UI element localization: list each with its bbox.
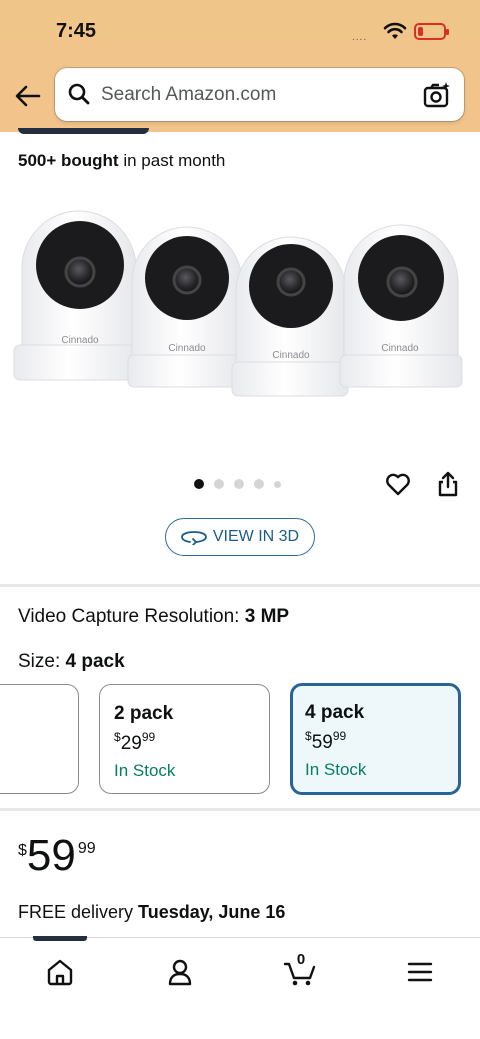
share-icon[interactable] [435, 470, 461, 498]
delivery-prefix: FREE delivery [18, 902, 139, 922]
brand-label: Cinnado [168, 343, 206, 354]
brand-label: Cinnado [381, 343, 419, 354]
size-option-4-pack[interactable]: 4 pack $5999 In Stock [290, 683, 461, 795]
brand-label: Cinnado [272, 350, 310, 361]
price-fraction: 99 [77, 840, 96, 857]
status-time: 7:45 [56, 20, 97, 42]
bought-count: 500+ bought [18, 151, 119, 170]
section-divider [0, 808, 480, 811]
rotate-3d-icon [180, 531, 207, 545]
bought-suffix: in past month [118, 151, 226, 170]
scrolled-badge [18, 128, 149, 134]
option-name: 4 pack [305, 702, 365, 723]
carousel-dot[interactable] [234, 479, 244, 489]
image-carousel-dots[interactable] [194, 478, 281, 490]
back-arrow-icon [15, 85, 41, 107]
camera-4: Cinnado [339, 224, 463, 388]
view-in-3d-button[interactable]: VIEW IN 3D [165, 518, 315, 556]
camera-search-icon[interactable] [422, 80, 452, 110]
option-stock: In Stock [305, 760, 367, 779]
search-icon [68, 83, 90, 105]
person-icon [168, 959, 192, 986]
size-selection: Size: 4 pack [18, 651, 125, 673]
nav-home[interactable] [40, 952, 80, 992]
carousel-dot[interactable] [254, 479, 264, 489]
cellular-signal-icon: .... [352, 32, 368, 43]
carousel-dot[interactable] [194, 479, 204, 489]
option-price: $2999 [114, 730, 156, 754]
heart-icon[interactable] [384, 470, 412, 498]
size-value: 4 pack [65, 651, 125, 672]
battery-icon [414, 23, 449, 40]
delivery-date: Tuesday, June 16 [138, 902, 286, 922]
delivery-info: FREE delivery Tuesday, June 16 [18, 902, 285, 923]
resolution-label: Video Capture Resolution: [18, 606, 245, 627]
search-input[interactable] [101, 80, 401, 110]
view-in-3d-label: VIEW IN 3D [212, 528, 300, 545]
hamburger-menu-icon [407, 962, 433, 982]
app-header: 7:45 .... [0, 0, 480, 132]
size-option-partial[interactable] [0, 684, 79, 794]
wifi-icon [383, 22, 407, 39]
option-name: 2 pack [114, 703, 174, 724]
resolution-value: 3 MP [244, 606, 290, 627]
product-price: $ 59 99 [18, 832, 96, 880]
size-label: Size: [18, 651, 66, 672]
nav-menu[interactable] [400, 952, 440, 992]
product-image[interactable]: Cinnado Cinnado Cinnado Cinnado [0, 190, 480, 440]
camera-1: Cinnado [13, 210, 137, 381]
home-icon [47, 959, 73, 986]
option-price: $5999 [305, 729, 347, 753]
status-bar: 7:45 .... [0, 0, 480, 62]
carousel-dot[interactable] [214, 479, 224, 489]
search-bar[interactable] [55, 68, 464, 121]
size-option-2-pack[interactable]: 2 pack $2999 In Stock [99, 684, 270, 794]
active-tab-indicator [33, 936, 87, 941]
carousel-dot[interactable] [274, 480, 281, 488]
price-currency: $ [18, 842, 27, 859]
back-button[interactable] [12, 80, 44, 112]
camera-2: Cinnado [127, 226, 243, 388]
brand-label: Cinnado [61, 335, 99, 346]
bottom-navigation: 0 [0, 936, 480, 1039]
section-divider [0, 584, 480, 587]
resolution-selection: Video Capture Resolution: 3 MP [18, 606, 289, 628]
bought-in-past-month: 500+ bought in past month [18, 151, 225, 171]
camera-3: Cinnado [231, 236, 349, 397]
option-stock: In Stock [114, 761, 176, 780]
nav-account[interactable] [160, 952, 200, 992]
price-whole: 59 [26, 831, 76, 880]
cart-count: 0 [296, 951, 306, 968]
nav-cart[interactable]: 0 [280, 951, 320, 992]
